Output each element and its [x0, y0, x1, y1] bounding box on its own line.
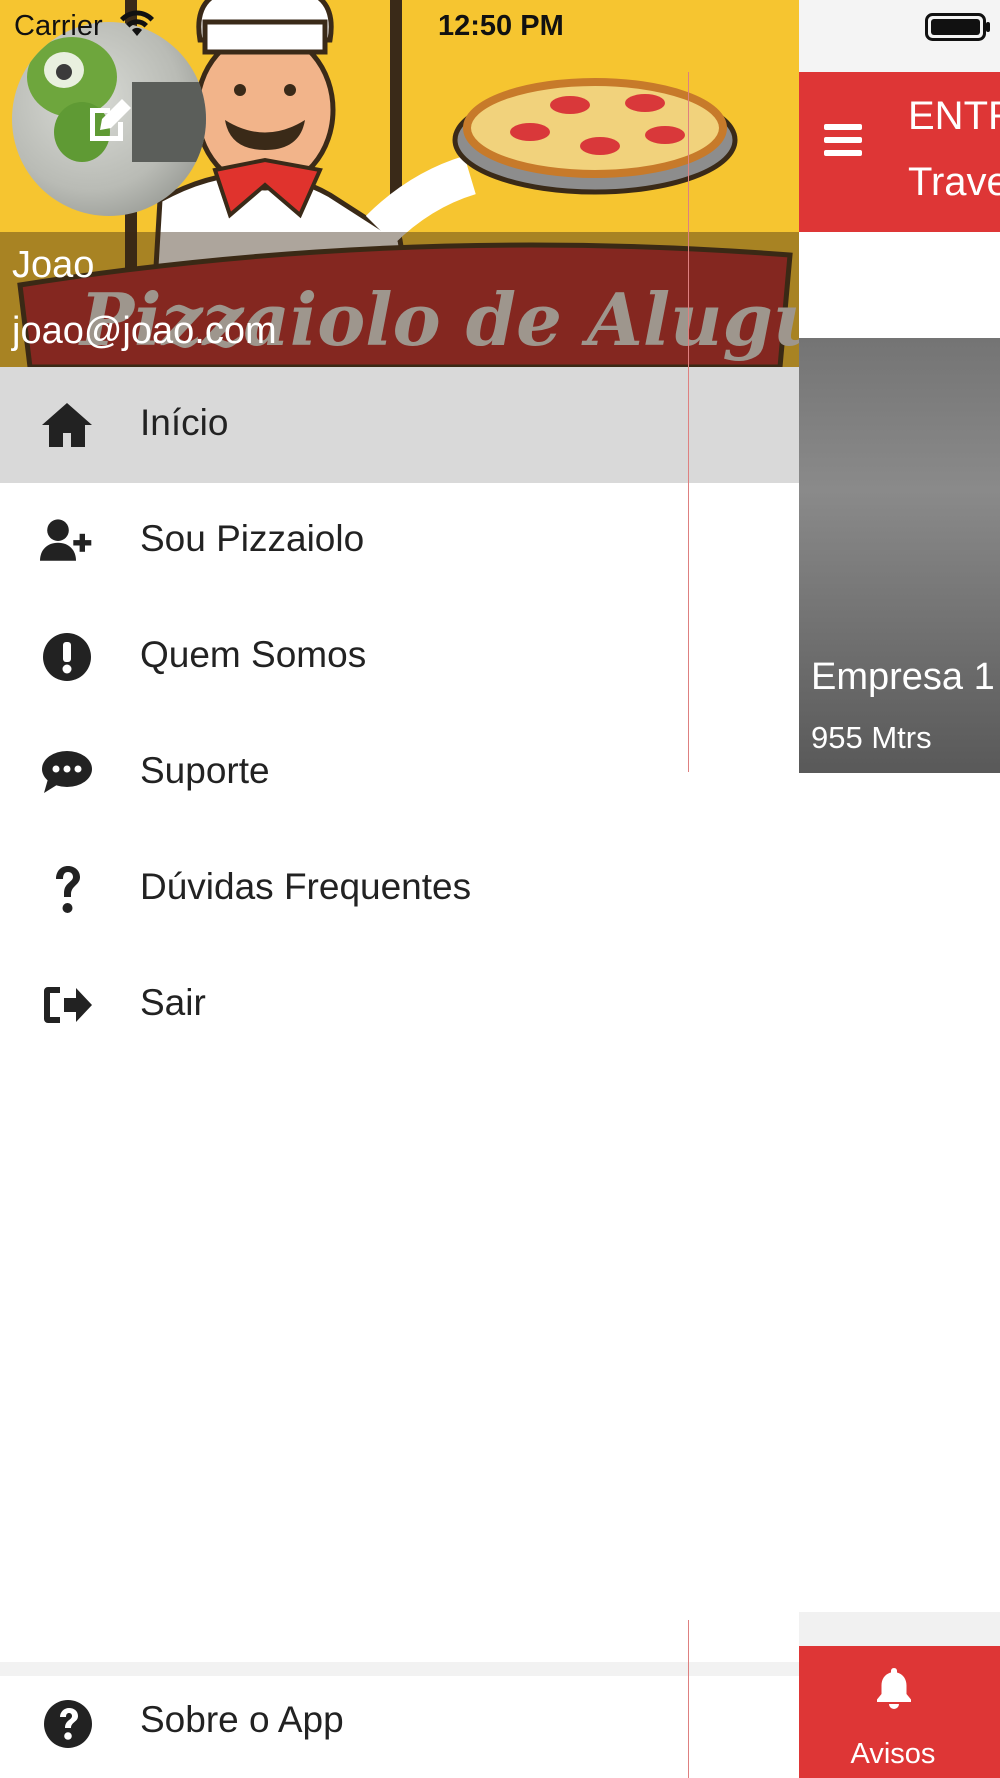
menu-item-label: Dúvidas Frequentes [140, 866, 472, 907]
menu-item-sou-pizzaiolo[interactable]: Sou Pizzaiolo [0, 483, 799, 599]
divider-line [688, 72, 689, 772]
menu-item-label: Sou Pizzaiolo [140, 518, 365, 559]
company-distance: 955 Mtrs [811, 720, 932, 755]
wifi-icon [120, 10, 154, 36]
menu-item-sair[interactable]: Sair [0, 947, 799, 1063]
menu-item-label: Suporte [140, 750, 270, 791]
user-name: Joao [12, 244, 95, 286]
company-name: Empresa 1 [811, 656, 995, 698]
menu-item-inicio[interactable]: Início [0, 367, 799, 483]
menu-item-quem-somos[interactable]: Quem Somos [0, 599, 799, 715]
app-bar-subtitle: Trave [908, 160, 1000, 204]
menu-item-label: Sobre o App [140, 1699, 344, 1740]
avatar[interactable] [12, 22, 206, 216]
menu-item-label: Sair [140, 982, 206, 1023]
user-plus-icon [40, 519, 92, 561]
tab-avisos-label: Avisos [850, 1738, 936, 1770]
menu-item-suporte[interactable]: Suporte [0, 715, 799, 831]
exclamation-circle-icon [43, 633, 91, 681]
question-circle-icon [44, 1700, 92, 1748]
edit-icon[interactable] [84, 96, 134, 146]
menu-item-sobre-o-app[interactable]: Sobre o App [0, 1676, 799, 1778]
status-time: 12:50 PM [438, 10, 564, 42]
drawer-header: Pizzaiolo de Aluguel Joao joao@joao.com [0, 0, 799, 367]
status-carrier: Carrier [14, 10, 103, 42]
bell-icon [877, 1668, 911, 1709]
menu-item-duvidas-frequentes[interactable]: Dúvidas Frequentes [0, 831, 799, 947]
navigation-drawer: Pizzaiolo de Aluguel Joao joao@joao.com [0, 0, 799, 1778]
home-icon [42, 403, 92, 447]
drawer-menu: Início Sou Pizzaiolo Quem Somos Suporte … [0, 367, 799, 1063]
drawer-footer-divider [0, 1662, 799, 1676]
menu-item-label: Quem Somos [140, 634, 367, 675]
battery-icon [925, 13, 990, 41]
divider-line [688, 1620, 689, 1778]
tab-bar-divider [799, 1612, 1000, 1646]
menu-item-label: Início [140, 402, 229, 443]
app-bar-title: ENTR [908, 94, 1000, 138]
hamburger-menu-icon[interactable] [822, 120, 866, 160]
company-card[interactable]: Empresa 1 955 Mtrs [799, 338, 1000, 773]
sign-out-icon [44, 987, 92, 1023]
question-icon [56, 866, 80, 913]
chat-icon [42, 751, 92, 793]
user-email: joao@joao.com [12, 310, 277, 352]
tab-avisos[interactable]: Avisos [799, 1646, 1000, 1778]
